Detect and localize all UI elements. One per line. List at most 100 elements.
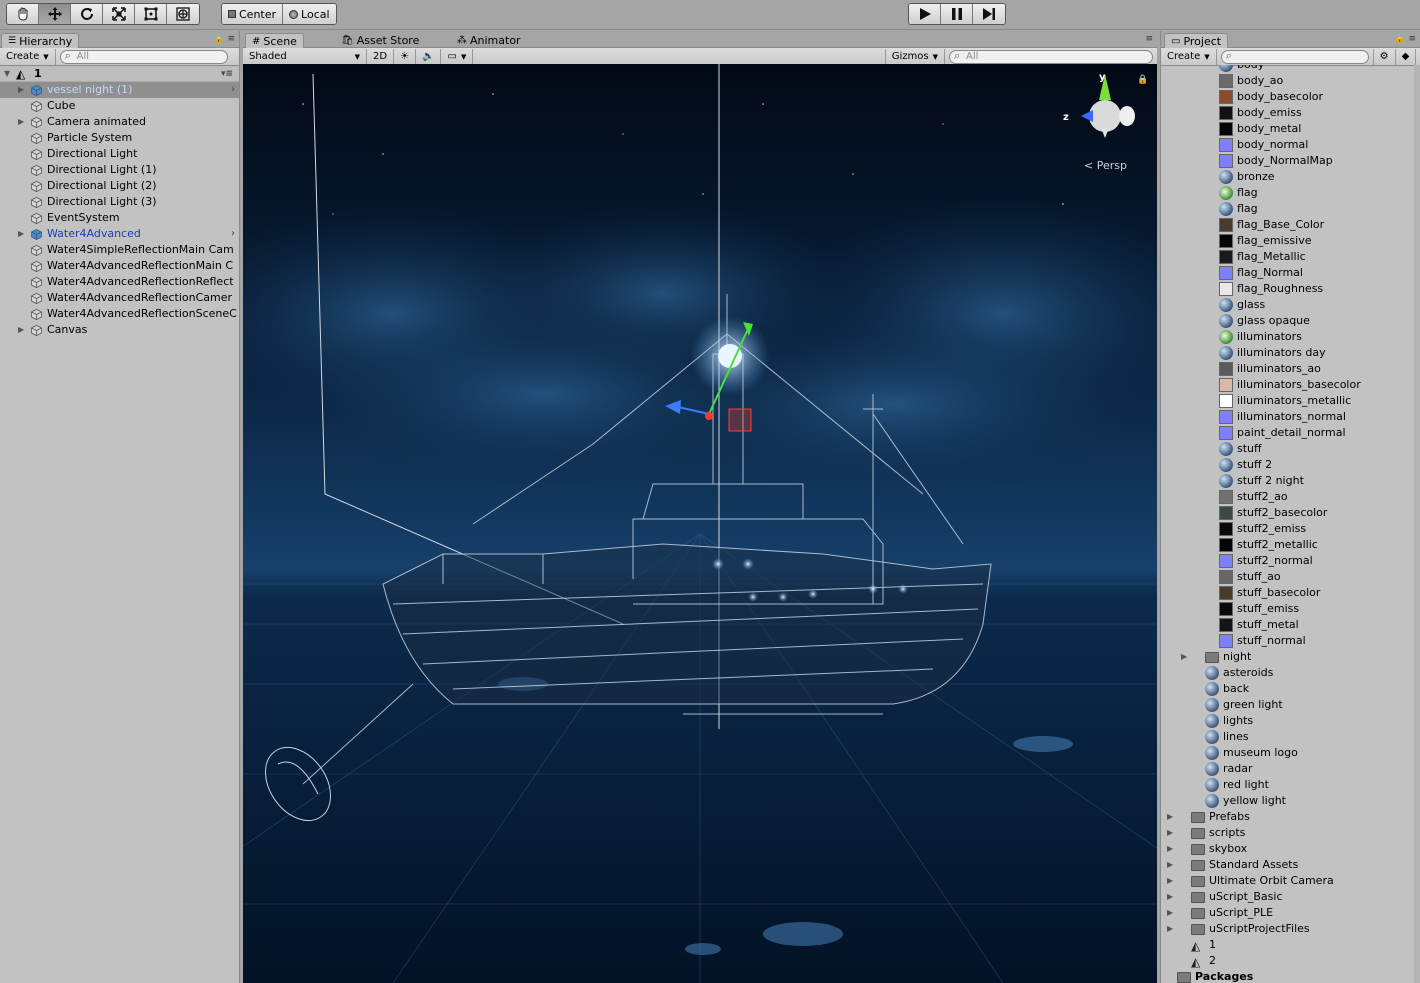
tab-hierarchy[interactable]: ☰ Hierarchy (1, 33, 80, 48)
hand-tool-button[interactable] (7, 4, 39, 24)
step-button[interactable] (973, 4, 1005, 24)
expand-arrow-icon[interactable]: ▶ (18, 82, 24, 98)
project-asset[interactable]: flag (1161, 185, 1420, 201)
hierarchy-item[interactable]: Cube (0, 98, 239, 114)
hierarchy-item[interactable]: Water4SimpleReflectionMain Cam (0, 242, 239, 258)
prefab-open-icon[interactable]: › (231, 226, 235, 242)
transform-tool-button[interactable] (167, 4, 199, 24)
project-asset[interactable]: glass (1161, 297, 1420, 313)
project-asset[interactable]: body_metal (1161, 121, 1420, 137)
project-asset[interactable]: body_normal (1161, 137, 1420, 153)
hierarchy-item[interactable]: Directional Light (0, 146, 239, 162)
scale-tool-button[interactable] (103, 4, 135, 24)
project-folder[interactable]: ▶ skybox (1161, 841, 1420, 857)
project-asset[interactable]: stuff2_ao (1161, 489, 1420, 505)
expand-arrow-icon[interactable]: ▶ (1167, 841, 1173, 857)
expand-arrow-icon[interactable]: ▶ (1181, 649, 1187, 665)
rect-tool-button[interactable] (135, 4, 167, 24)
expand-arrow-icon[interactable]: ▶ (18, 226, 24, 242)
pause-button[interactable] (941, 4, 973, 24)
project-asset[interactable]: illuminators day (1161, 345, 1420, 361)
filter-by-label-button[interactable]: ◆ (1396, 48, 1417, 65)
project-asset[interactable]: flag_Normal (1161, 265, 1420, 281)
scene-viewport[interactable]: y z 🔒 < Persp (243, 64, 1157, 983)
projection-toggle[interactable]: < Persp (1084, 159, 1127, 172)
project-asset[interactable]: stuff_metal (1161, 617, 1420, 633)
pivot-rotation-button[interactable]: Local (283, 4, 336, 24)
project-asset[interactable]: stuff 2 night (1161, 473, 1420, 489)
tab-scene[interactable]: # Scene (245, 33, 304, 48)
project-asset[interactable]: body_basecolor (1161, 89, 1420, 105)
create-dropdown[interactable]: Create ▼ (1161, 48, 1217, 65)
expand-arrow-icon[interactable]: ▶ (1167, 873, 1173, 889)
project-asset[interactable]: stuff2_normal (1161, 553, 1420, 569)
project-asset[interactable]: flag_Base_Color (1161, 217, 1420, 233)
expand-arrow-icon[interactable]: ▶ (18, 322, 24, 338)
project-search-input[interactable] (1220, 49, 1369, 64)
project-asset[interactable]: flag_Metallic (1161, 249, 1420, 265)
hierarchy-item[interactable]: Particle System (0, 130, 239, 146)
project-scrollbar[interactable] (1414, 65, 1420, 983)
expand-arrow-icon[interactable]: ▼ (4, 66, 10, 81)
project-folder[interactable]: ▶ Prefabs (1161, 809, 1420, 825)
project-asset[interactable]: stuff_basecolor (1161, 585, 1420, 601)
project-asset[interactable]: flag (1161, 201, 1420, 217)
project-asset[interactable]: glass opaque (1161, 313, 1420, 329)
project-asset[interactable]: lights (1161, 713, 1420, 729)
expand-arrow-icon[interactable]: ▶ (1167, 857, 1173, 873)
shading-mode-dropdown[interactable]: Shaded ▼ (243, 48, 367, 65)
project-asset[interactable]: green light (1161, 697, 1420, 713)
project-asset[interactable]: stuff2_basecolor (1161, 505, 1420, 521)
scene-search-input[interactable]: All (949, 49, 1153, 64)
expand-arrow-icon[interactable]: ▶ (1167, 809, 1173, 825)
hierarchy-item[interactable]: EventSystem (0, 210, 239, 226)
hierarchy-item[interactable]: ▶ vessel night (1) › (0, 82, 239, 98)
project-asset[interactable]: body (1161, 65, 1420, 73)
project-folder[interactable]: ▶ uScript_PLE (1161, 905, 1420, 921)
project-asset[interactable]: illuminators_basecolor (1161, 377, 1420, 393)
play-button[interactable] (909, 4, 941, 24)
tab-asset-store[interactable]: 🛍 Asset Store (335, 33, 425, 48)
project-folder[interactable]: ▶ uScriptProjectFiles (1161, 921, 1420, 937)
hierarchy-item[interactable]: Directional Light (2) (0, 178, 239, 194)
project-asset[interactable]: body_NormalMap (1161, 153, 1420, 169)
project-asset[interactable]: paint_detail_normal (1161, 425, 1420, 441)
project-asset[interactable]: asteroids (1161, 665, 1420, 681)
project-folder[interactable]: ▶Packages (1161, 969, 1420, 983)
project-asset[interactable]: ◭ 2 (1161, 953, 1420, 969)
panel-menu-icon[interactable]: 🔒 ≡ (213, 34, 235, 44)
pivot-mode-button[interactable]: Center (222, 4, 284, 24)
gizmos-dropdown[interactable]: Gizmos ▼ (884, 48, 945, 65)
expand-arrow-icon[interactable]: ▶ (1167, 825, 1173, 841)
hierarchy-search-input[interactable]: All (59, 49, 228, 64)
effects-dropdown[interactable]: ▭ ▼ (441, 48, 474, 65)
filter-by-type-button[interactable]: ⚙ (1372, 48, 1396, 65)
project-asset[interactable]: stuff (1161, 441, 1420, 457)
expand-arrow-icon[interactable]: ▶ (1167, 921, 1173, 937)
project-folder[interactable]: ▶ scripts (1161, 825, 1420, 841)
audio-toggle-button[interactable]: 🔈 (416, 48, 442, 65)
project-asset[interactable]: museum logo (1161, 745, 1420, 761)
hierarchy-item[interactable]: ▶ Canvas (0, 322, 239, 338)
expand-arrow-icon[interactable]: ▶ (1167, 889, 1173, 905)
expand-arrow-icon[interactable]: ▶ (18, 114, 24, 130)
hierarchy-item[interactable]: Directional Light (1) (0, 162, 239, 178)
hierarchy-item[interactable]: Directional Light (3) (0, 194, 239, 210)
project-asset[interactable]: stuff2_emiss (1161, 521, 1420, 537)
create-dropdown[interactable]: Create ▼ (0, 48, 56, 65)
panel-menu-icon[interactable]: 🔒 ≡ (1394, 34, 1416, 44)
project-asset[interactable]: illuminators_ao (1161, 361, 1420, 377)
move-tool-button[interactable] (39, 4, 71, 24)
project-asset[interactable]: stuff_normal (1161, 633, 1420, 649)
2d-toggle-button[interactable]: 2D (367, 48, 395, 65)
project-asset[interactable]: illuminators_metallic (1161, 393, 1420, 409)
project-asset[interactable]: flag_emissive (1161, 233, 1420, 249)
scene-root-row[interactable]: ▼ ◭ 1 ▾≡ (0, 66, 239, 82)
project-asset[interactable]: lines (1161, 729, 1420, 745)
hierarchy-item[interactable]: Water4AdvancedReflectionReflect (0, 274, 239, 290)
scene-menu-icon[interactable]: ▾≡ (221, 66, 233, 81)
project-asset[interactable]: stuff_ao (1161, 569, 1420, 585)
project-asset[interactable]: illuminators_normal (1161, 409, 1420, 425)
project-asset[interactable]: flag_Roughness (1161, 281, 1420, 297)
project-asset[interactable]: back (1161, 681, 1420, 697)
